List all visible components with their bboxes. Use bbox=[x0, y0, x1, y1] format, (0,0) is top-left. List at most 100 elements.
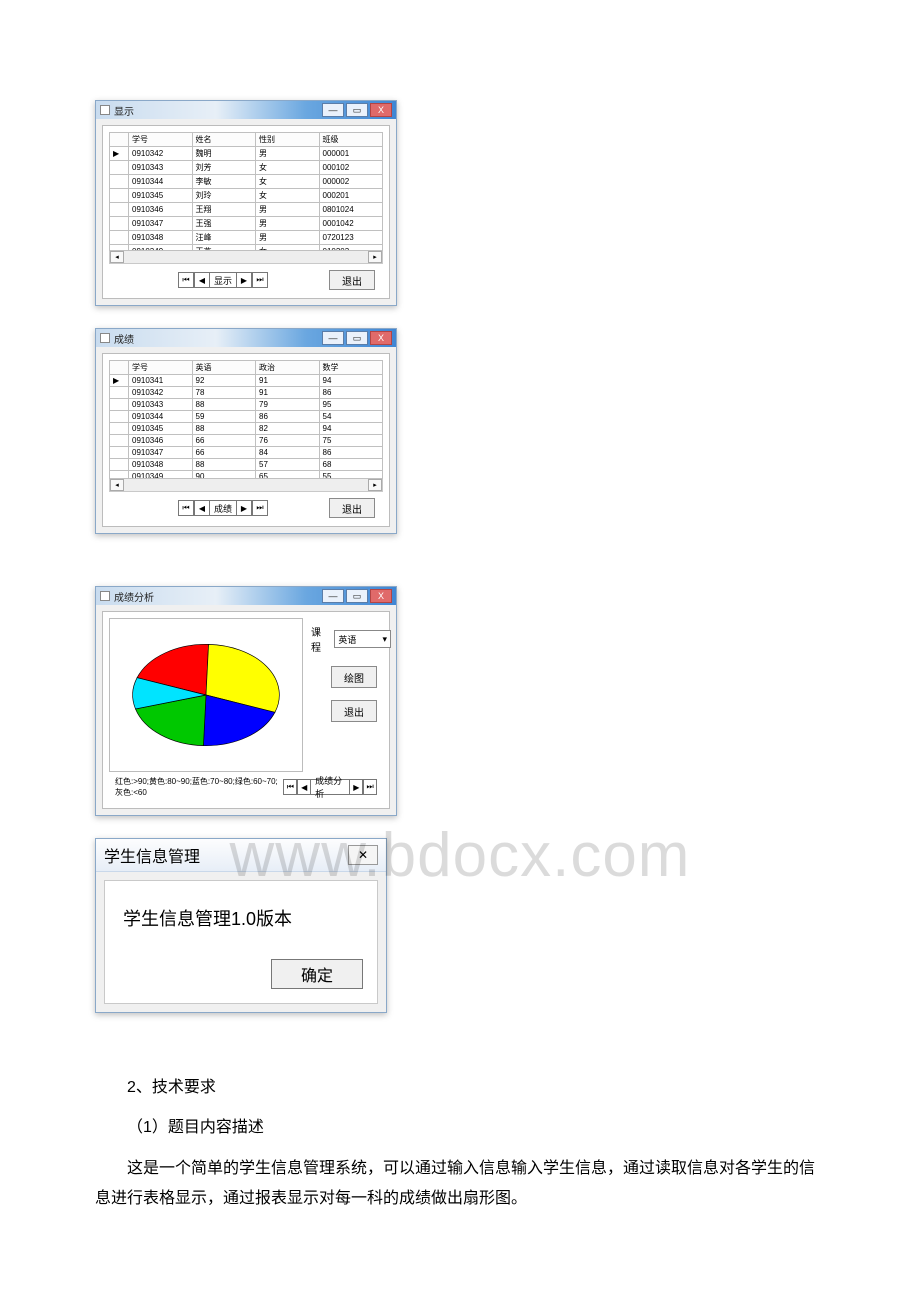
table-cell: 000002 bbox=[319, 175, 383, 189]
dialog-title: 学生信息管理 bbox=[104, 843, 200, 867]
draw-button[interactable]: 绘图 bbox=[331, 666, 377, 688]
scroll-left-icon[interactable]: ◂ bbox=[110, 251, 124, 263]
course-select[interactable]: 英语 ▾ bbox=[334, 630, 391, 648]
table-row[interactable]: ▶0910342魏明男000001 bbox=[110, 147, 383, 161]
table-cell: 59 bbox=[192, 411, 256, 423]
maximize-button[interactable]: ▭ bbox=[346, 331, 368, 345]
horizontal-scrollbar[interactable]: ◂ ▸ bbox=[109, 479, 383, 492]
table-row[interactable]: 0910347668486 bbox=[110, 447, 383, 459]
nav-first-icon[interactable]: ⏮ bbox=[178, 500, 194, 516]
table-cell: 0910346 bbox=[129, 435, 193, 447]
scroll-right-icon[interactable]: ▸ bbox=[368, 251, 382, 263]
table-cell: 0910341 bbox=[129, 375, 193, 387]
exit-button[interactable]: 退出 bbox=[329, 498, 375, 518]
table-cell: 0910342 bbox=[129, 147, 193, 161]
chevron-down-icon: ▾ bbox=[382, 634, 387, 645]
column-header[interactable]: 姓名 bbox=[192, 133, 256, 147]
table-cell: 0910343 bbox=[129, 399, 193, 411]
table-row[interactable]: 0910346王翔男0801024 bbox=[110, 203, 383, 217]
table-cell: 66 bbox=[192, 435, 256, 447]
close-button[interactable]: X bbox=[370, 331, 392, 345]
table-cell: 魏明 bbox=[192, 147, 256, 161]
table-row[interactable]: 0910346667675 bbox=[110, 435, 383, 447]
record-navigator[interactable]: ⏮ ◀ 成绩 ▶ ⏭ bbox=[178, 500, 268, 516]
scroll-left-icon[interactable]: ◂ bbox=[110, 479, 124, 491]
table-cell: 王强 bbox=[192, 217, 256, 231]
about-dialog: 学生信息管理 ✕ 学生信息管理1.0版本 确定 bbox=[95, 838, 387, 1013]
ok-button[interactable]: 确定 bbox=[271, 959, 363, 989]
paragraph: 这是一个简单的学生信息管理系统，可以通过输入信息输入学生信息，通过读取信息对各学… bbox=[95, 1154, 825, 1215]
horizontal-scrollbar[interactable]: ◂ ▸ bbox=[109, 251, 383, 264]
table-row[interactable]: 0910347王强男0001042 bbox=[110, 217, 383, 231]
table-cell: 男 bbox=[256, 231, 320, 245]
table-cell: 0720123 bbox=[319, 231, 383, 245]
exit-button[interactable]: 退出 bbox=[331, 700, 377, 722]
table-row[interactable]: 0910342789186 bbox=[110, 387, 383, 399]
pie-chart bbox=[109, 618, 303, 772]
close-button[interactable]: X bbox=[370, 103, 392, 117]
record-navigator[interactable]: ⏮ ◀ 显示 ▶ ⏭ bbox=[178, 272, 268, 288]
table-cell: 男 bbox=[256, 147, 320, 161]
column-header[interactable]: 学号 bbox=[129, 133, 193, 147]
close-button[interactable]: X bbox=[370, 589, 392, 603]
table-cell: 94 bbox=[319, 423, 383, 435]
column-header[interactable]: 英语 bbox=[192, 361, 256, 375]
minimize-button[interactable]: — bbox=[322, 331, 344, 345]
table-cell: 78 bbox=[192, 387, 256, 399]
table-row[interactable]: 0910348汪峰男0720123 bbox=[110, 231, 383, 245]
table-cell: 女 bbox=[256, 175, 320, 189]
section-subheading: （1）题目内容描述 bbox=[95, 1113, 825, 1143]
table-row[interactable]: 0910349906555 bbox=[110, 471, 383, 480]
table-row[interactable]: 0910343887995 bbox=[110, 399, 383, 411]
table-cell: 汪峰 bbox=[192, 231, 256, 245]
column-header[interactable]: 数学 bbox=[319, 361, 383, 375]
column-header[interactable]: 性别 bbox=[256, 133, 320, 147]
titlebar: 成绩分析 — ▭ X bbox=[96, 587, 396, 605]
table-row[interactable]: 0910345888294 bbox=[110, 423, 383, 435]
titlebar: 成绩 — ▭ X bbox=[96, 329, 396, 347]
nav-next-icon[interactable]: ▶ bbox=[349, 779, 363, 795]
table-row[interactable]: ▶0910341929194 bbox=[110, 375, 383, 387]
table-cell: 0910346 bbox=[129, 203, 193, 217]
nav-prev-icon[interactable]: ◀ bbox=[194, 272, 210, 288]
table-cell: 000001 bbox=[319, 147, 383, 161]
titlebar: 显示 — ▭ X bbox=[96, 101, 396, 119]
exit-button[interactable]: 退出 bbox=[329, 270, 375, 290]
minimize-button[interactable]: — bbox=[322, 589, 344, 603]
table-row[interactable]: 0910344598654 bbox=[110, 411, 383, 423]
scroll-right-icon[interactable]: ▸ bbox=[368, 479, 382, 491]
nav-first-icon[interactable]: ⏮ bbox=[283, 779, 297, 795]
table-row[interactable]: 0910344李敏女000002 bbox=[110, 175, 383, 189]
table-row[interactable]: 0910348885768 bbox=[110, 459, 383, 471]
table-cell: 0910344 bbox=[129, 175, 193, 189]
scores-table[interactable]: 学号英语政治数学▶0910341929194091034278918609103… bbox=[109, 360, 383, 479]
record-navigator[interactable]: ⏮ ◀ 成绩分析 ▶ ⏭ bbox=[283, 779, 377, 795]
column-header[interactable]: 班级 bbox=[319, 133, 383, 147]
nav-last-icon[interactable]: ⏭ bbox=[252, 272, 268, 288]
minimize-button[interactable]: — bbox=[322, 103, 344, 117]
column-header[interactable]: 政治 bbox=[256, 361, 320, 375]
nav-label: 成绩 bbox=[210, 500, 236, 516]
maximize-button[interactable]: ▭ bbox=[346, 589, 368, 603]
nav-prev-icon[interactable]: ◀ bbox=[194, 500, 210, 516]
nav-prev-icon[interactable]: ◀ bbox=[297, 779, 311, 795]
legend-text: 红色:>90;黄色:80~90;蓝色:70~80;绿色:60~70;灰色:<60 bbox=[115, 776, 283, 798]
nav-last-icon[interactable]: ⏭ bbox=[363, 779, 377, 795]
table-cell: 王翔 bbox=[192, 203, 256, 217]
table-cell: 86 bbox=[319, 387, 383, 399]
close-button[interactable]: ✕ bbox=[348, 845, 378, 865]
nav-next-icon[interactable]: ▶ bbox=[236, 272, 252, 288]
column-header[interactable]: 学号 bbox=[129, 361, 193, 375]
app-icon bbox=[100, 591, 110, 601]
table-cell: 82 bbox=[256, 423, 320, 435]
table-row[interactable]: 0910345刘玲女000201 bbox=[110, 189, 383, 203]
nav-first-icon[interactable]: ⏮ bbox=[178, 272, 194, 288]
nav-next-icon[interactable]: ▶ bbox=[236, 500, 252, 516]
dialog-text: 学生信息管理1.0版本 bbox=[105, 881, 377, 959]
students-table[interactable]: 学号姓名性别班级▶0910342魏明男0000010910343刘芳女00010… bbox=[109, 132, 383, 251]
table-row[interactable]: 0910343刘芳女000102 bbox=[110, 161, 383, 175]
maximize-button[interactable]: ▭ bbox=[346, 103, 368, 117]
table-cell: 86 bbox=[256, 411, 320, 423]
table-cell: 65 bbox=[256, 471, 320, 480]
nav-last-icon[interactable]: ⏭ bbox=[252, 500, 268, 516]
